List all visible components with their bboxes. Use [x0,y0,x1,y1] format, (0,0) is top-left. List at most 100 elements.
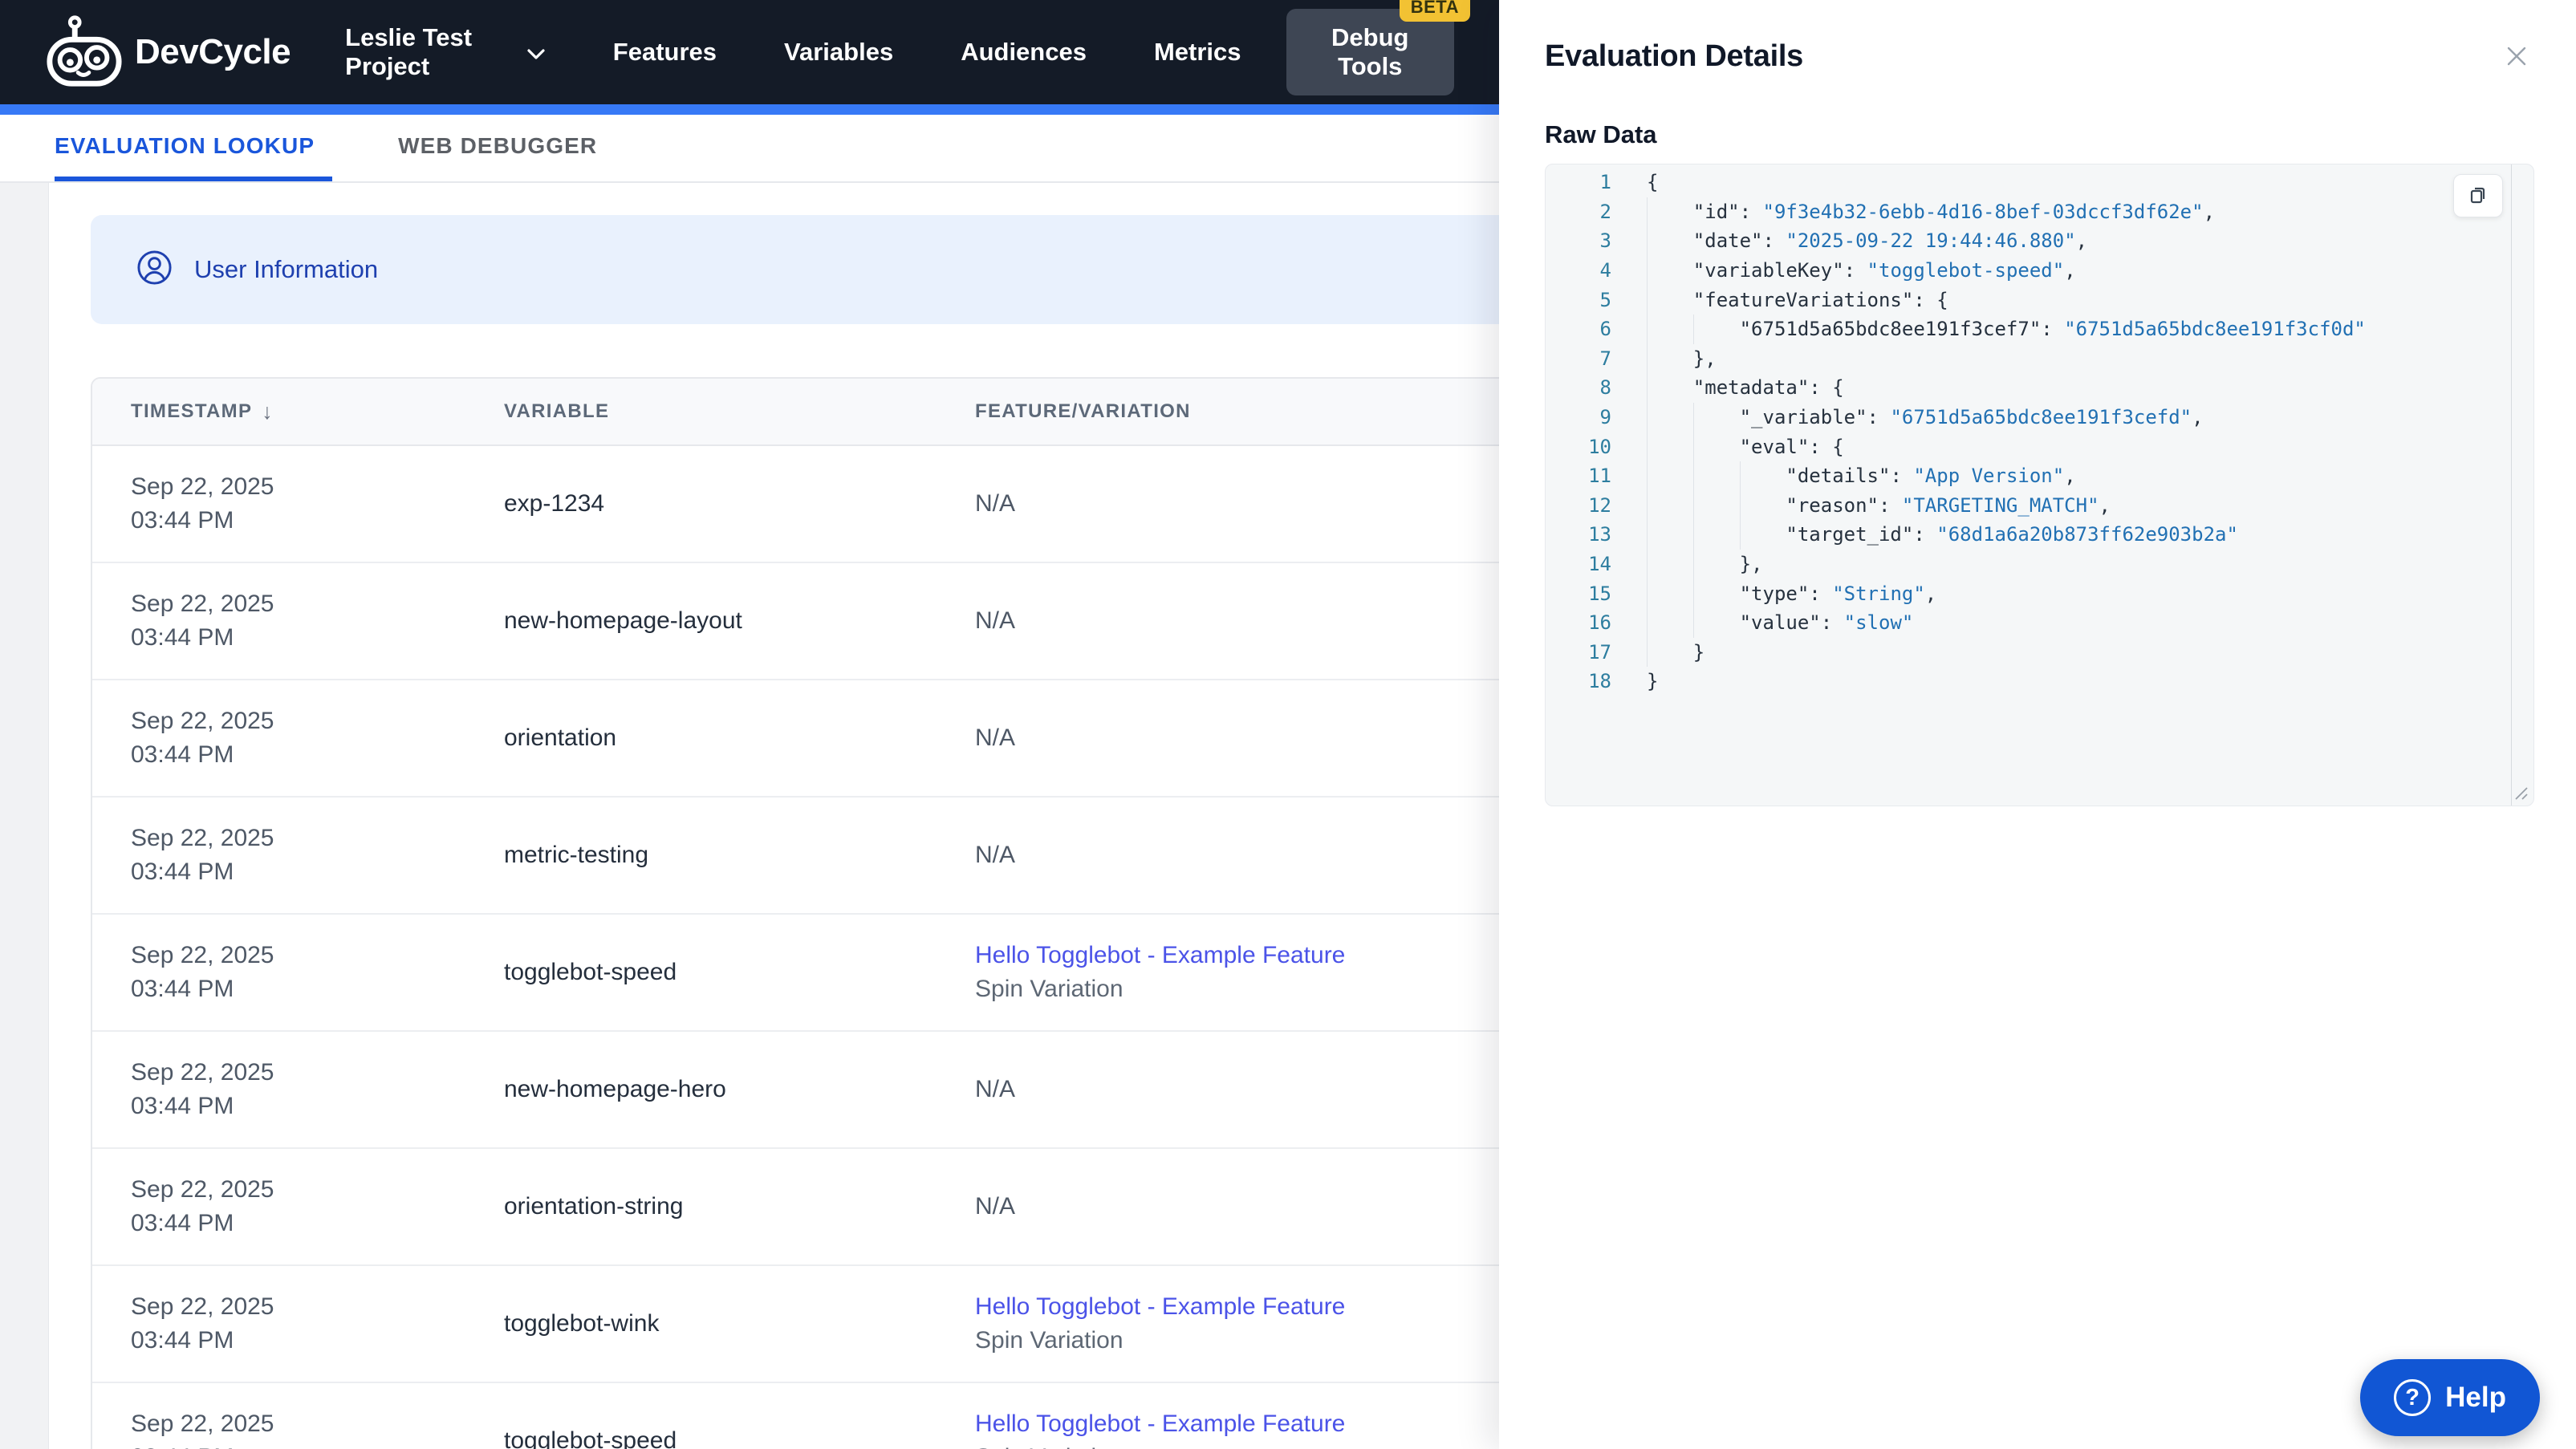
question-circle-icon: ? [2394,1379,2432,1416]
row-variable: togglebot-wink [504,1310,660,1337]
accent-bar [0,104,1499,115]
code-line: 15 "type": "String", [1560,578,2533,608]
row-timestamp-time: 03:44 PM [131,624,234,651]
nav-item-metrics[interactable]: Metrics [1154,38,1241,67]
main-content: User Information TIMESTAMP ↓ VARIABLE FE… [0,183,2576,1449]
code-line: 18} [1560,667,2533,696]
project-switcher[interactable]: Leslie Test Project [345,23,546,81]
column-header-timestamp[interactable]: TIMESTAMP ↓ [92,379,465,444]
devcycle-logo[interactable]: DevCycle [45,13,291,91]
brand-wordmark: DevCycle [135,32,291,71]
row-timestamp-time: 03:44 PM [131,507,234,534]
code-line: 16 "value": "slow" [1560,607,2533,638]
code-line: 13 "target_id": "68d1a6a20b873ff62e903b2a… [1560,520,2533,550]
row-variable: togglebot-speed [504,1427,677,1449]
row-timestamp-date: Sep 22, 2025 [131,591,274,617]
line-number: 4 [1599,259,1611,282]
code-scrollbar-track [2511,164,2512,806]
line-number: 10 [1588,435,1611,458]
row-timestamp-time: 03:44 PM [131,1327,234,1354]
row-timestamp-time: 03:44 PM [131,858,234,885]
line-number: 7 [1599,347,1611,370]
line-number: 18 [1588,670,1611,693]
line-number: 14 [1588,553,1611,576]
devcycle-robot-icon [45,13,124,91]
line-number: 9 [1599,406,1611,429]
user-circle-icon [136,249,173,290]
tab-web-debugger[interactable]: WEB DEBUGGER [398,115,615,181]
debug-tools-button[interactable]: Debug Tools BETA [1286,0,1470,95]
row-timestamp-time: 03:44 PM [131,1441,465,1449]
top-nav: DevCycle Leslie Test Project Features Va… [0,0,1499,104]
line-number: 1 [1599,171,1611,194]
nav-item-variables[interactable]: Variables [784,38,893,67]
line-number: 17 [1588,640,1611,664]
row-variable: exp-1234 [504,490,605,517]
line-number: 11 [1588,465,1611,488]
evaluation-details-panel: Evaluation Details Raw Data 1{2 "id": "9f… [1499,0,2576,1449]
row-variable: new-homepage-layout [504,607,742,634]
tabs-bar: EVALUATION LOOKUP WEB DEBUGGER [0,115,1499,183]
line-number: 5 [1599,288,1611,311]
code-line: 4 "variableKey": "togglebot-speed", [1560,255,2533,286]
row-timestamp-date: Sep 22, 2025 [131,1176,274,1203]
help-button[interactable]: ? Help [2360,1359,2540,1436]
row-variable: new-homepage-hero [504,1076,726,1102]
row-timestamp-date: Sep 22, 2025 [131,1410,274,1437]
row-variable: togglebot-speed [504,959,677,985]
row-timestamp-time: 03:44 PM [131,1093,234,1119]
code-line: 12 "reason": "TARGETING_MATCH", [1560,490,2533,521]
raw-data-label: Raw Data [1545,120,1657,148]
code-line: 6 "6751d5a65bdc8ee191f3cef7": "6751d5a65b… [1560,314,2533,344]
close-button[interactable] [2499,39,2534,74]
code-line: 3 "date": "2025-09-22 19:44:46.880", [1560,226,2533,256]
code-line: 2 "id": "9f3e4b32-6ebb-4d16-8bef-03dccf3d… [1560,197,2533,227]
code-line: 11 "details": "App Version", [1560,461,2533,491]
close-icon [2502,47,2531,73]
line-number: 8 [1599,376,1611,400]
code-line: 7}, [1560,343,2533,374]
nav-item-audiences[interactable]: Audiences [961,38,1087,67]
code-line: 10 "eval": { [1560,432,2533,461]
row-timestamp-date: Sep 22, 2025 [131,942,274,968]
line-number: 13 [1588,523,1611,546]
line-number: 15 [1588,582,1611,605]
copy-button[interactable] [2453,174,2503,217]
code-line: 17} [1560,637,2533,668]
row-timestamp-date: Sep 22, 2025 [131,1293,274,1320]
row-variable: orientation [504,724,617,751]
resize-handle[interactable] [2509,781,2530,802]
row-timestamp-date: Sep 22, 2025 [131,1059,274,1086]
code-line: 9 "_variable": "6751d5a65bdc8ee191f3cefd"… [1560,402,2533,432]
line-number: 16 [1588,611,1611,635]
beta-badge: BETA [1399,0,1470,22]
row-timestamp-date: Sep 22, 2025 [131,825,274,851]
project-name: Leslie Test Project [345,23,473,80]
line-number: 12 [1588,493,1611,517]
code-line: 14}, [1560,549,2533,579]
nav-links: Features Variables Audiences Metrics [613,38,1241,67]
code-line: 8 "metadata": { [1560,373,2533,403]
line-number: 2 [1599,200,1611,223]
line-number: 6 [1599,318,1611,341]
copy-icon [2467,184,2489,209]
column-header-variable[interactable]: VARIABLE [465,379,937,444]
chevron-down-icon [526,38,546,67]
help-label: Help [2445,1382,2506,1413]
row-variable: metric-testing [504,842,649,868]
panel-title: Evaluation Details [1545,39,1803,73]
row-timestamp-time: 03:44 PM [131,1210,234,1236]
banner-title: User Information [194,255,379,283]
raw-data-code-block[interactable]: 1{2 "id": "9f3e4b32-6ebb-4d16-8bef-03dccf… [1545,164,2534,806]
code-lines: 1{2 "id": "9f3e4b32-6ebb-4d16-8bef-03dccf… [1560,168,2533,696]
code-line: 5 "featureVariations": { [1560,285,2533,315]
nav-item-features[interactable]: Features [613,38,717,67]
row-timestamp-time: 03:44 PM [131,976,234,1002]
debug-tools-label: Debug Tools [1331,23,1409,80]
row-variable: orientation-string [504,1193,684,1220]
row-timestamp-date: Sep 22, 2025 [131,708,274,734]
row-timestamp-date: Sep 22, 2025 [131,473,274,500]
row-timestamp-time: 03:44 PM [131,741,234,768]
tab-evaluation-lookup[interactable]: EVALUATION LOOKUP [55,115,333,181]
line-number: 3 [1599,229,1611,253]
